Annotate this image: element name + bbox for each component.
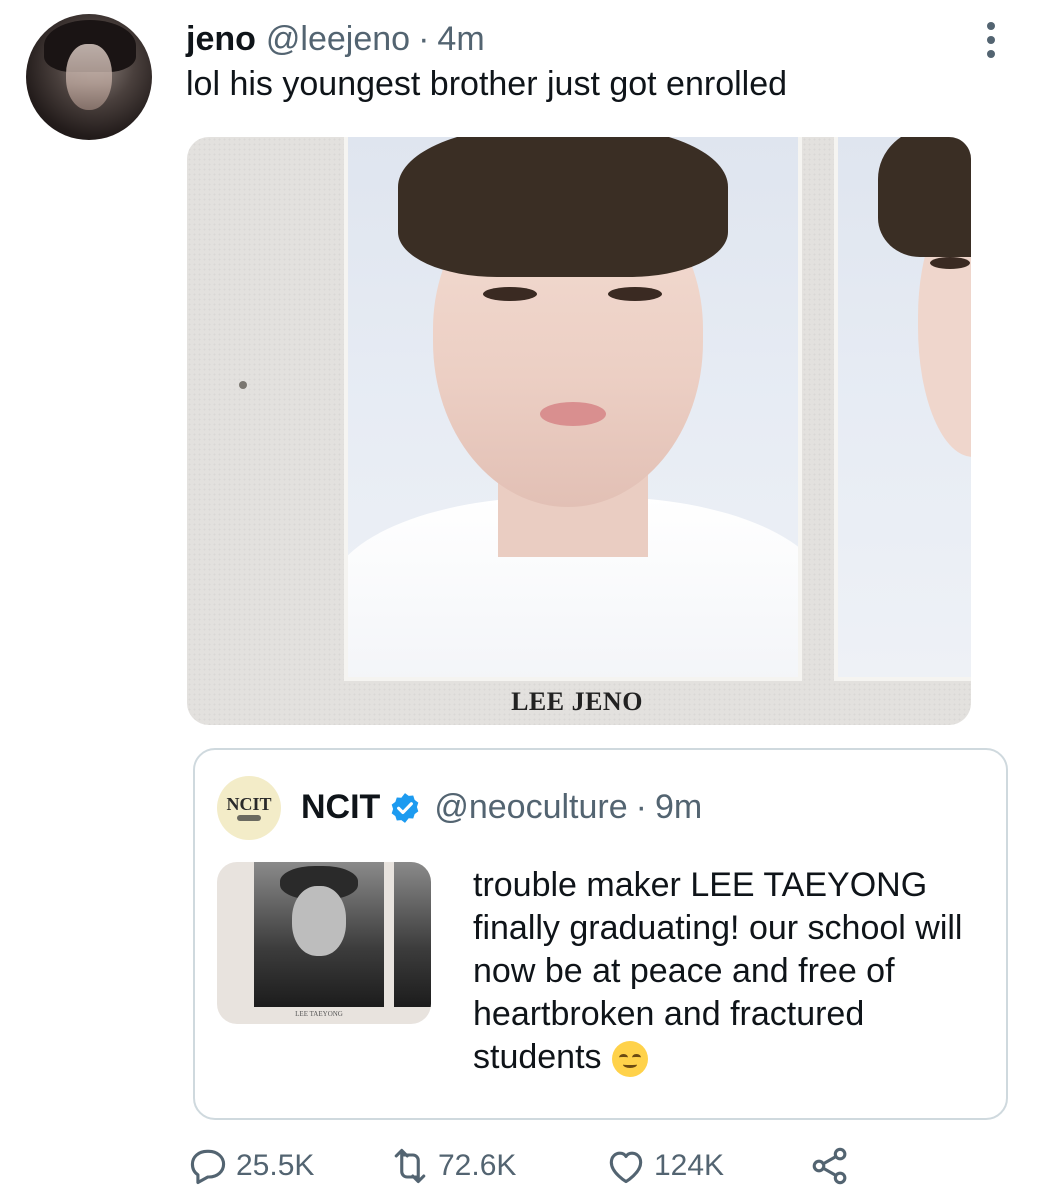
quoted-avatar-logo-badge <box>237 815 261 821</box>
portrait-eye-right <box>608 287 662 301</box>
quoted-portrait-face <box>292 886 346 956</box>
tweet-text: lol his youngest brother just got enroll… <box>186 65 788 103</box>
portrait-photo-cropped <box>834 137 971 681</box>
relieved-face-emoji-icon <box>611 1041 648 1078</box>
quoted-separator-dot: · <box>635 788 647 826</box>
verified-badge-icon <box>392 792 419 823</box>
author-avatar[interactable] <box>26 14 152 140</box>
retweet-count: 72.6K <box>438 1149 517 1182</box>
paper-stamp <box>239 381 247 389</box>
quoted-author-avatar[interactable]: NCIT <box>217 776 281 840</box>
more-vertical-icon[interactable] <box>984 22 998 58</box>
reply-count: 25.5K <box>236 1149 315 1182</box>
quoted-tweet-card[interactable]: NCIT NCIT @neoculture · 9m LEE TAEYONG t… <box>193 748 1008 1120</box>
tweet-media-image[interactable]: LEE JENO <box>187 137 971 725</box>
reply-button[interactable]: 25.5K <box>186 1144 314 1188</box>
quoted-media-caption: LEE TAEYONG <box>295 1010 343 1018</box>
portrait-eye-cropped <box>930 257 970 269</box>
share-button[interactable] <box>808 1144 852 1188</box>
like-button[interactable]: 124K <box>604 1144 724 1188</box>
separator-dot: · <box>418 20 430 58</box>
portrait-hair-cropped <box>878 137 971 257</box>
tweet-header: jeno @leejeno · 4m <box>186 20 485 64</box>
retweet-button[interactable]: 72.6K <box>388 1144 516 1188</box>
like-count: 124K <box>654 1149 725 1182</box>
author-handle[interactable]: @leejeno <box>266 20 410 59</box>
quoted-tweet-time[interactable]: 9m <box>655 788 702 827</box>
retweet-icon <box>394 1148 426 1184</box>
quoted-portrait-photo <box>254 862 384 1007</box>
share-icon <box>812 1147 847 1185</box>
portrait-eye-left <box>483 287 537 301</box>
quoted-media-image[interactable]: LEE TAEYONG <box>217 862 431 1024</box>
media-caption: LEE JENO <box>511 687 643 716</box>
quoted-tweet-text: trouble maker LEE TAEYONG finally gradua… <box>473 864 993 1079</box>
quoted-tweet-header: NCIT @neoculture · 9m <box>301 788 702 827</box>
reply-icon <box>190 1149 226 1185</box>
quoted-author-name[interactable]: NCIT <box>301 788 380 827</box>
portrait-photo <box>344 137 802 681</box>
tweet-time[interactable]: 4m <box>437 20 484 59</box>
quoted-author-handle[interactable]: @neoculture <box>434 788 627 827</box>
author-name[interactable]: jeno <box>186 20 256 59</box>
portrait-lips <box>540 402 606 426</box>
quoted-text-body: trouble maker LEE TAEYONG finally gradua… <box>473 866 963 1076</box>
quoted-portrait-photo-cropped <box>394 862 431 1007</box>
portrait-hair <box>398 137 728 277</box>
quoted-avatar-logo-text: NCIT <box>226 794 272 814</box>
avatar-face <box>66 44 112 110</box>
like-icon <box>609 1151 643 1184</box>
